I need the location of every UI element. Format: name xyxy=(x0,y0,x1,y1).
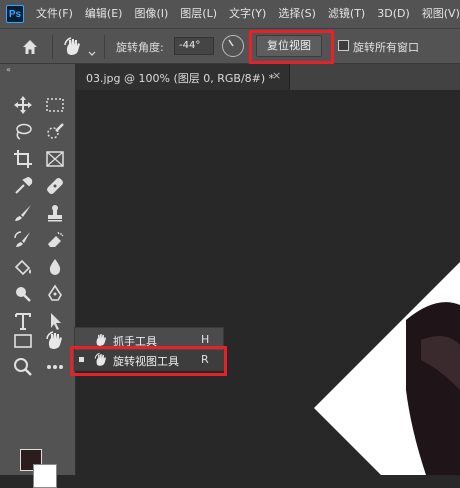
rotate-all-windows-checkbox[interactable] xyxy=(338,40,349,51)
menu-bar: Ps 文件(F) 编辑(E) 图像(I) 图层(L) 文字(Y) 选择(S) 滤… xyxy=(0,0,460,28)
healing-icon[interactable] xyxy=(44,175,66,197)
lasso-icon[interactable] xyxy=(12,121,34,143)
document-tab-bar: 03.jpg @ 100% (图层 0, RGB/8#) * × xyxy=(76,64,460,90)
menu-items: 文件(F) 编辑(E) 图像(I) 图层(L) 文字(Y) 选择(S) 滤镜(T… xyxy=(36,0,460,28)
bucket-icon[interactable] xyxy=(12,256,34,278)
menu-type[interactable]: 文字(Y) xyxy=(229,0,266,28)
angle-label: 旋转角度: xyxy=(116,41,164,54)
rotate-all-windows-label: 旋转所有窗口 xyxy=(353,41,419,54)
menu-3d[interactable]: 3D(D) xyxy=(377,0,410,28)
menu-layer[interactable]: 图层(L) xyxy=(180,0,217,28)
chevron-down-icon[interactable] xyxy=(88,43,96,56)
flyout-item-shortcut: H xyxy=(201,333,210,346)
separator xyxy=(52,35,53,59)
background-color-swatch[interactable] xyxy=(33,464,57,488)
eraser-icon[interactable] xyxy=(44,229,66,251)
history-brush-icon[interactable] xyxy=(12,229,34,251)
quick-select-icon[interactable] xyxy=(44,121,66,143)
highlight-reset-view xyxy=(249,30,334,64)
blur-icon[interactable] xyxy=(44,256,66,278)
angle-input[interactable]: -44° xyxy=(174,37,214,55)
highlight-rotate-view-tool xyxy=(70,346,227,376)
document-tab[interactable]: 03.jpg @ 100% (图层 0, RGB/8#) * × xyxy=(76,64,290,90)
type-icon[interactable] xyxy=(12,310,34,332)
document-tab-title: 03.jpg @ 100% (图层 0, RGB/8#) * xyxy=(86,72,275,85)
angle-dial[interactable] xyxy=(222,35,244,57)
close-icon[interactable]: × xyxy=(272,69,281,82)
separator xyxy=(104,35,105,59)
dodge-icon[interactable] xyxy=(12,283,34,305)
rotated-image xyxy=(314,262,460,475)
marquee-icon[interactable] xyxy=(44,94,66,116)
menu-edit[interactable]: 编辑(E) xyxy=(85,0,123,28)
home-icon[interactable] xyxy=(20,37,40,57)
hand-icon[interactable] xyxy=(44,330,66,352)
pen-icon[interactable] xyxy=(44,283,66,305)
stamp-icon[interactable] xyxy=(44,202,66,224)
move-icon[interactable] xyxy=(12,94,34,116)
brush-icon[interactable] xyxy=(12,202,34,224)
menu-file[interactable]: 文件(F) xyxy=(36,0,73,28)
path-select-icon[interactable] xyxy=(44,310,66,332)
menu-image[interactable]: 图像(I) xyxy=(134,0,168,28)
menu-select[interactable]: 选择(S) xyxy=(278,0,316,28)
menu-view[interactable]: 视图(V) xyxy=(422,0,460,28)
zoom-icon[interactable] xyxy=(12,356,34,378)
rectangle-icon[interactable] xyxy=(12,330,34,352)
menu-filter[interactable]: 滤镜(T) xyxy=(328,0,365,28)
frame-icon[interactable] xyxy=(44,148,66,170)
eyedropper-icon[interactable] xyxy=(12,175,34,197)
options-bar: 旋转角度: -44° 复位视图 旋转所有窗口 xyxy=(0,28,460,64)
rotate-view-icon[interactable] xyxy=(62,36,84,58)
panel-collapse-icon[interactable]: « xyxy=(6,65,11,74)
tools-panel: « xyxy=(0,64,76,488)
photoshop-logo: Ps xyxy=(6,5,24,23)
canvas-area[interactable] xyxy=(76,90,460,475)
crop-icon[interactable] xyxy=(12,148,34,170)
more-icon[interactable] xyxy=(44,356,66,378)
